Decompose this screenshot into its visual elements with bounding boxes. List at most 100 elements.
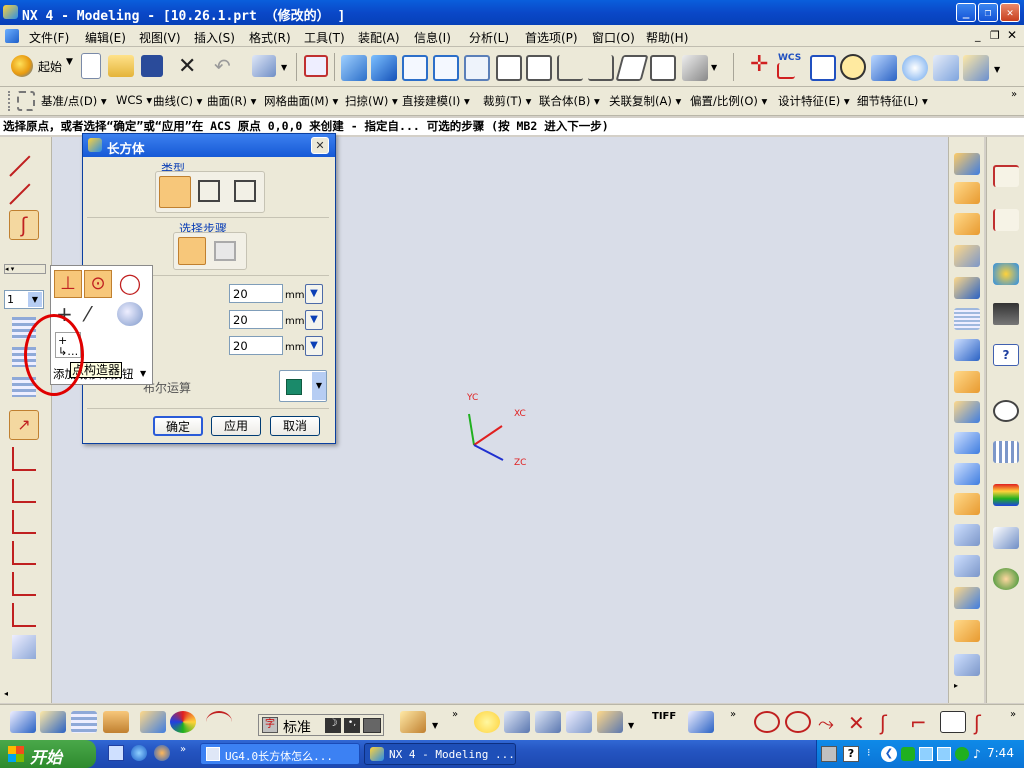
scene-icon[interactable] bbox=[597, 711, 623, 733]
menu-help[interactable]: 帮助(H) bbox=[646, 29, 688, 46]
volume-tray-icon[interactable]: ♪ bbox=[973, 747, 981, 761]
doc-close-button[interactable]: ✕ bbox=[1007, 28, 1017, 42]
ime-tray-icon[interactable] bbox=[821, 746, 837, 762]
menu-curve[interactable]: 曲线(C) ▾ bbox=[153, 93, 202, 109]
boolean-select[interactable]: ▼ bbox=[279, 370, 327, 402]
restore-button[interactable]: ❐ bbox=[978, 3, 998, 22]
close-button[interactable]: ✕ bbox=[1000, 3, 1020, 22]
materials-icon[interactable] bbox=[535, 711, 561, 733]
width-spin-button[interactable]: ▼ bbox=[305, 310, 323, 330]
menu-sweep[interactable]: 扫掠(W) ▾ bbox=[345, 93, 398, 109]
edit-object-icon[interactable] bbox=[252, 55, 276, 77]
left-view-icon[interactable] bbox=[588, 55, 614, 81]
iso-view-icon[interactable] bbox=[615, 55, 649, 81]
fit-view-icon[interactable] bbox=[304, 55, 328, 77]
csys-orient-icon[interactable] bbox=[12, 510, 36, 534]
line-icon[interactable] bbox=[9, 155, 31, 177]
start-dropdown-icon[interactable]: ▼ bbox=[66, 57, 73, 67]
csys-absolute-icon[interactable] bbox=[12, 541, 36, 565]
block-feature-icon[interactable] bbox=[954, 153, 980, 175]
sketch-icon[interactable] bbox=[10, 711, 36, 733]
menu-offset-scale[interactable]: 偏置/比例(O) ▾ bbox=[690, 93, 767, 109]
menu-preferences[interactable]: 首选项(P) bbox=[525, 29, 578, 46]
palette-icon[interactable] bbox=[993, 263, 1019, 285]
scroll-left-icon[interactable]: ◂ bbox=[4, 689, 8, 698]
hatch-icon[interactable] bbox=[40, 711, 66, 733]
antivirus-tray-icon[interactable] bbox=[955, 747, 969, 761]
new-file-icon[interactable] bbox=[81, 53, 101, 79]
chamfer-icon[interactable] bbox=[954, 463, 980, 485]
two-diagonal-points-icon[interactable] bbox=[234, 180, 256, 202]
spline-icon[interactable]: ʃ bbox=[9, 210, 39, 240]
curve-analysis-icon[interactable] bbox=[206, 711, 232, 733]
boolean-icon[interactable] bbox=[954, 401, 980, 423]
arc-center-icon[interactable]: ⊙ bbox=[84, 270, 112, 298]
hole-icon[interactable] bbox=[954, 277, 980, 299]
tray-help-icon[interactable]: ? bbox=[843, 746, 859, 762]
visualization-icon[interactable] bbox=[993, 484, 1019, 506]
tiff-export-icon[interactable]: TIFF bbox=[652, 711, 676, 722]
wcs-icon[interactable]: WCS bbox=[778, 53, 801, 63]
mirror-icon[interactable] bbox=[954, 587, 980, 609]
dimension-dropdown-icon[interactable]: ▼ bbox=[432, 721, 438, 730]
doc-minimize-button[interactable]: _ bbox=[975, 29, 981, 42]
solid-icon[interactable] bbox=[871, 55, 897, 81]
instance-icon[interactable] bbox=[954, 555, 980, 577]
analysis-icon[interactable] bbox=[902, 55, 928, 81]
shaded-edges-icon[interactable] bbox=[371, 55, 397, 81]
undo-icon[interactable]: ↶ bbox=[214, 54, 231, 78]
curve-edit-icon[interactable]: ⤳ bbox=[818, 711, 834, 735]
network-tray-icon[interactable] bbox=[919, 747, 933, 761]
roles-icon[interactable] bbox=[993, 568, 1019, 590]
ok-button[interactable]: 确定 bbox=[153, 416, 203, 436]
menu-view[interactable]: 视图(V) bbox=[139, 29, 181, 46]
render-dropdown-icon[interactable]: ▼ bbox=[711, 63, 717, 72]
scene-dropdown-icon[interactable]: ▼ bbox=[628, 721, 634, 730]
menu-design-feature[interactable]: 设计特征(E) ▾ bbox=[778, 93, 850, 109]
menu-assembly[interactable]: 装配(A) bbox=[358, 29, 400, 46]
media-player-icon[interactable] bbox=[154, 745, 170, 761]
spline-edit-icon[interactable]: ʃ bbox=[974, 711, 981, 735]
menu-surface[interactable]: 曲面(R) ▾ bbox=[207, 93, 256, 109]
collapse-arrows-icon[interactable]: ◂ ▾ bbox=[4, 264, 46, 274]
menu-edit[interactable]: 编辑(E) bbox=[85, 29, 126, 46]
wireframe-icon[interactable] bbox=[402, 55, 428, 81]
csys-dynamic-icon[interactable]: ↗ bbox=[9, 410, 39, 440]
csys-yc-icon[interactable] bbox=[12, 603, 36, 627]
scale-body-icon[interactable] bbox=[954, 654, 980, 676]
cross-icon[interactable]: ✕ bbox=[848, 711, 865, 735]
dimension-icon[interactable] bbox=[400, 711, 426, 733]
training-icon[interactable] bbox=[993, 303, 1019, 325]
hidden-edges-icon[interactable] bbox=[433, 55, 459, 81]
length-spin-button[interactable]: ▼ bbox=[305, 284, 323, 304]
menu-analysis[interactable]: 分析(L) bbox=[469, 29, 509, 46]
trimetric-view-icon[interactable] bbox=[650, 55, 676, 81]
sweep-feature-icon[interactable] bbox=[954, 213, 980, 235]
right-view-icon[interactable] bbox=[557, 55, 583, 81]
start-button[interactable]: 开始 bbox=[0, 740, 96, 768]
menu-information[interactable]: 信息(I) bbox=[414, 29, 451, 46]
start-menu-button[interactable]: 起始 bbox=[38, 58, 62, 75]
render-style-icon[interactable] bbox=[682, 55, 708, 81]
shaded-block-icon[interactable] bbox=[341, 55, 367, 81]
display-tray-icon[interactable] bbox=[937, 747, 951, 761]
midpoint-icon[interactable]: ⁄ bbox=[86, 302, 110, 326]
layers-icon[interactable] bbox=[71, 711, 97, 733]
menu-detail-feature[interactable]: 细节特征(L) ▾ bbox=[857, 93, 928, 109]
revolve-icon[interactable] bbox=[954, 182, 980, 204]
measure-icon[interactable] bbox=[103, 711, 129, 733]
surface-icon[interactable] bbox=[933, 55, 959, 81]
process-studio-icon[interactable] bbox=[993, 527, 1019, 549]
shell-icon[interactable] bbox=[954, 371, 980, 393]
security-tray-icon[interactable] bbox=[901, 747, 915, 761]
offset-face-icon[interactable] bbox=[954, 493, 980, 515]
clock[interactable]: 7:44 bbox=[987, 746, 1014, 760]
scroll-down-icon[interactable]: ▸ bbox=[954, 681, 958, 690]
color-map-icon[interactable] bbox=[170, 711, 196, 733]
tray-expand-icon[interactable]: ❮ bbox=[881, 746, 897, 762]
height-two-points-icon[interactable] bbox=[198, 180, 220, 202]
csys-save-icon[interactable] bbox=[12, 635, 36, 659]
menu-format[interactable]: 格式(R) bbox=[249, 29, 291, 46]
wireframe-dim-icon[interactable] bbox=[464, 55, 490, 81]
minimize-button[interactable]: _ bbox=[956, 3, 976, 22]
